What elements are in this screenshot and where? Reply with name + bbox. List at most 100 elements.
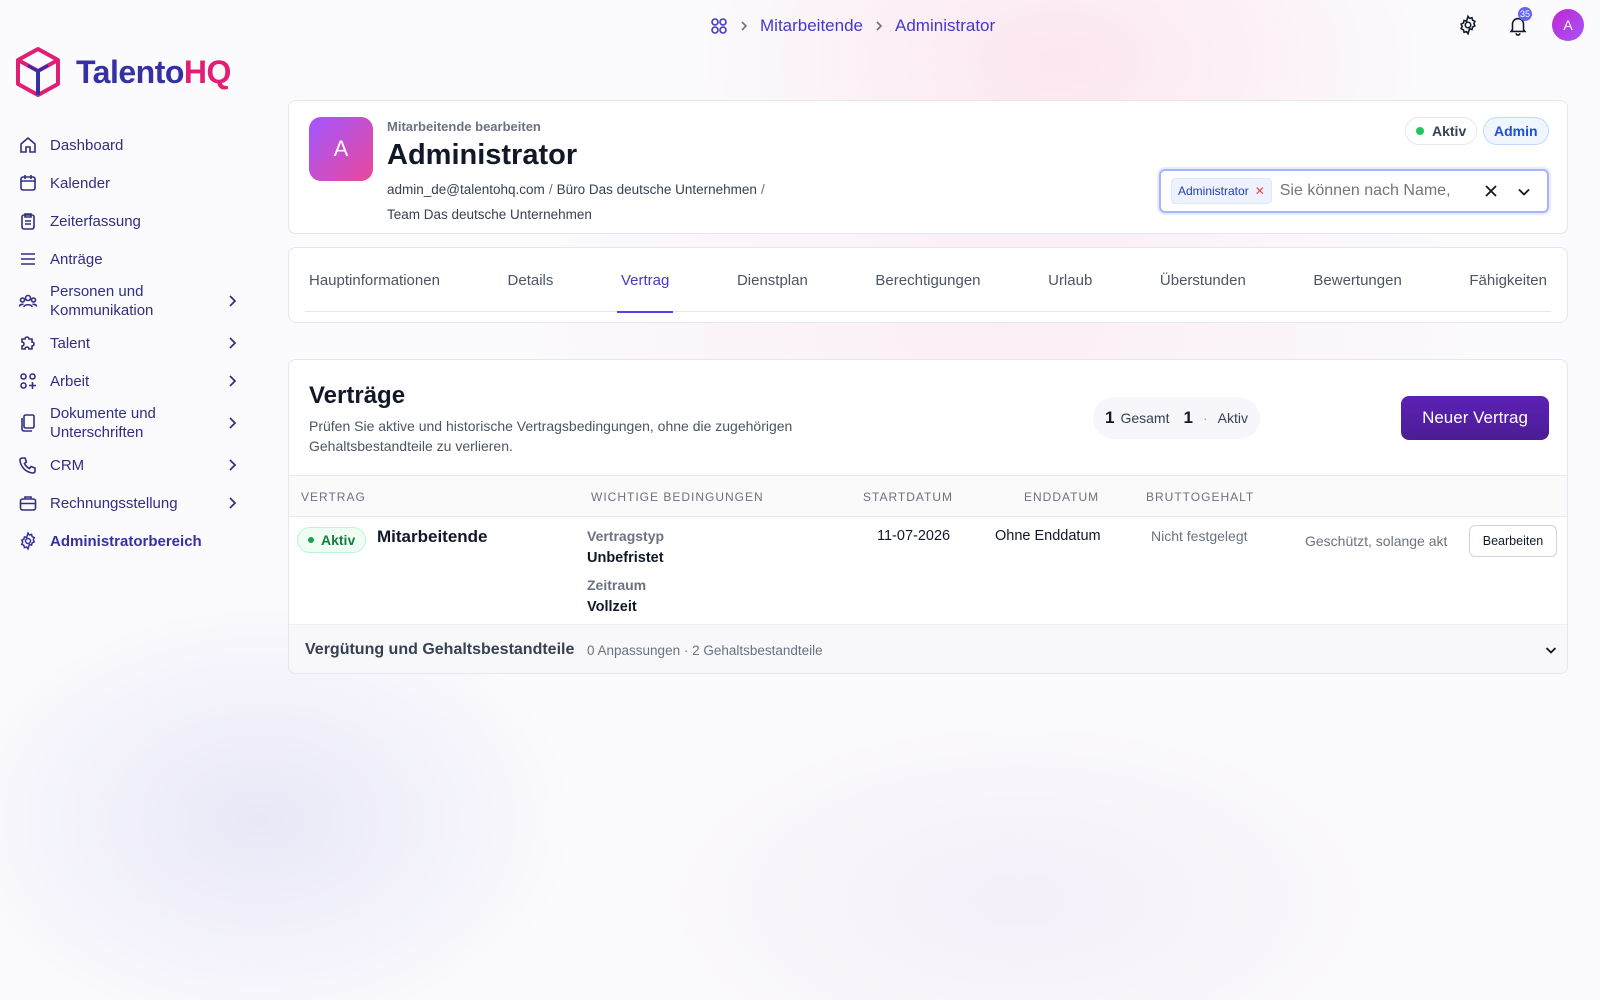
employee-meta: admin_de@talentohq.com / Büro Das deutsche… <box>387 182 765 222</box>
sidebar-item-label: Zeiterfassung <box>50 212 141 230</box>
tab-dienstplan[interactable]: Dienstplan <box>733 248 812 312</box>
sidebar-item-dashboard[interactable]: Dashboard <box>14 126 244 164</box>
gear-icon <box>1457 14 1479 36</box>
chevron-right-icon <box>224 335 240 351</box>
sidebar-item-dokumente[interactable]: Dokumente und Unterschriften <box>14 400 244 446</box>
tab-hauptinformationen[interactable]: Hauptinformationen <box>305 248 444 312</box>
employee-team: Team Das deutsche Unternehmen <box>387 207 592 222</box>
sidebar-item-kalender[interactable]: Kalender <box>14 164 244 202</box>
sidebar-item-rechnungsstellung[interactable]: Rechnungsstellung <box>14 484 244 522</box>
status-badge: Aktiv <box>1405 117 1478 145</box>
sidebar-item-arbeit[interactable]: Arbeit <box>14 362 244 400</box>
chevron-down-icon[interactable] <box>1515 183 1533 201</box>
contract-role: Mitarbeitende <box>377 527 488 546</box>
sidebar-item-antraege[interactable]: Anträge <box>14 240 244 278</box>
contract-protection-note: Geschützt, solange akt <box>1305 533 1448 549</box>
tab-ueberstunden[interactable]: Überstunden <box>1156 248 1250 312</box>
sidebar-item-label: Kalender <box>50 174 111 192</box>
breadcrumb-current[interactable]: Administrator <box>895 16 995 36</box>
briefcase-icon <box>18 493 38 513</box>
chevron-right-icon <box>224 495 240 511</box>
column-header-vertrag: VERTRAG <box>301 490 366 504</box>
contract-period-value: Vollzeit <box>587 599 637 615</box>
grid-plus-icon <box>18 371 38 391</box>
sidebar-item-label: Anträge <box>50 250 103 268</box>
contract-period-label: Zeitraum <box>587 577 647 593</box>
list-icon <box>18 249 38 269</box>
tab-vertrag[interactable]: Vertrag <box>616 248 674 313</box>
breadcrumb: Mitarbeitende Administrator <box>710 14 995 38</box>
page-subtitle: Mitarbeitende bearbeiten <box>387 119 541 134</box>
clear-icon[interactable] <box>1483 183 1499 199</box>
chevron-right-icon <box>224 457 240 473</box>
sidebar-item-label: Personen und Kommunikation <box>50 283 154 319</box>
employee-selector[interactable]: Administrator ✕ <box>1159 169 1549 213</box>
new-contract-button[interactable]: Neuer Vertrag <box>1401 396 1549 440</box>
remove-tag-icon[interactable]: ✕ <box>1255 184 1265 198</box>
logo-cube-icon <box>14 46 62 98</box>
sidebar-item-personen[interactable]: Personen und Kommunikation <box>14 278 244 324</box>
sidebar-item-label: Dokumente und Unterschriften <box>50 405 156 441</box>
contract-type-value: Unbefristet <box>587 550 664 566</box>
page-title: Administrator <box>387 139 578 171</box>
chevron-right-icon <box>738 20 750 32</box>
tab-berechtigungen[interactable]: Berechtigungen <box>871 248 984 312</box>
chevron-right-icon <box>224 373 240 389</box>
contracts-card: Verträge Prüfen Sie aktive und historisc… <box>288 359 1568 674</box>
contract-type-label: Vertragstyp <box>587 528 665 544</box>
status-dot-icon <box>1416 127 1424 135</box>
chevron-right-icon <box>873 20 885 32</box>
total-label: Gesamt <box>1120 410 1170 426</box>
column-header-bruttogehalt: BRUTTOGEHALT <box>1146 490 1255 504</box>
settings-button[interactable] <box>1452 9 1484 41</box>
compensation-title: Vergütung und Gehaltsbestandteile <box>305 641 575 658</box>
sidebar-item-talent[interactable]: Talent <box>14 324 244 362</box>
chevron-right-icon <box>224 415 240 431</box>
clipboard-icon <box>18 211 38 231</box>
calendar-icon <box>18 173 38 193</box>
apps-grid-icon[interactable] <box>710 17 728 35</box>
top-bar: Mitarbeitende Administrator 35 A <box>0 0 1600 52</box>
sidebar-nav: Dashboard Kalender Zeiterfassung Anträge… <box>14 126 244 560</box>
contract-gross-salary: Nicht festgelegt <box>1151 528 1248 544</box>
tab-faehigkeiten[interactable]: Fähigkeiten <box>1465 248 1551 312</box>
employee-avatar: A <box>309 117 373 181</box>
notifications-button[interactable]: 35 <box>1502 7 1534 41</box>
column-header-enddatum: ENDDATUM <box>1024 490 1100 504</box>
sidebar-item-administratorbereich[interactable]: Administratorbereich <box>14 522 244 560</box>
chevron-down-icon <box>1543 642 1559 658</box>
sidebar-item-zeiterfassung[interactable]: Zeiterfassung <box>14 202 244 240</box>
employee-email: admin_de@talentohq.com <box>387 182 545 197</box>
breadcrumb-employees[interactable]: Mitarbeitende <box>760 16 863 36</box>
active-label: Aktiv <box>1217 410 1248 426</box>
edit-contract-button[interactable]: Bearbeiten <box>1469 525 1557 557</box>
sidebar-item-label: Talent <box>50 334 91 352</box>
role-badge: Admin <box>1483 117 1549 145</box>
sidebar-item-crm[interactable]: CRM <box>14 446 244 484</box>
employee-search-input[interactable] <box>1279 182 1460 200</box>
section-description: Prüfen Sie aktive und historische Vertra… <box>309 418 793 454</box>
compensation-accordion[interactable]: Vergütung und Gehaltsbestandteile 0 Anpa… <box>289 624 1567 673</box>
sidebar-item-label: Administratorbereich <box>50 532 202 550</box>
contract-start-date: 11-07-2026 <box>877 528 951 544</box>
stats-separator: · <box>1202 410 1208 426</box>
logo-wordmark: TalentoHQ <box>76 53 231 90</box>
contract-status-badge: Aktiv <box>297 527 367 553</box>
compensation-summary: 0 Anpassungen · 2 Gehaltsbestandteile <box>587 643 823 658</box>
sidebar-item-label: Arbeit <box>50 372 90 390</box>
user-avatar[interactable]: A <box>1552 9 1584 41</box>
column-header-bedingungen: WICHTIGE BEDINGUNGEN <box>591 490 764 504</box>
notification-count-badge: 35 <box>1517 7 1532 21</box>
table-row: Aktiv Mitarbeitende Vertragstyp Unbefris… <box>289 517 1567 624</box>
sidebar-item-label: Dashboard <box>50 136 124 154</box>
profile-tabs-card: Hauptinformationen Details Vertrag Diens… <box>288 247 1568 323</box>
tab-bewertungen[interactable]: Bewertungen <box>1309 248 1405 312</box>
tab-urlaub[interactable]: Urlaub <box>1044 248 1096 312</box>
talentohq-logo[interactable]: TalentoHQ <box>14 46 231 98</box>
employee-profile-card: A Mitarbeitende bearbeiten Administrator… <box>288 100 1568 234</box>
tab-details[interactable]: Details <box>504 248 558 312</box>
section-title: Verträge <box>309 382 406 409</box>
gear-icon <box>18 531 38 551</box>
total-count: 1 <box>1105 408 1115 427</box>
chevron-right-icon <box>224 293 240 309</box>
